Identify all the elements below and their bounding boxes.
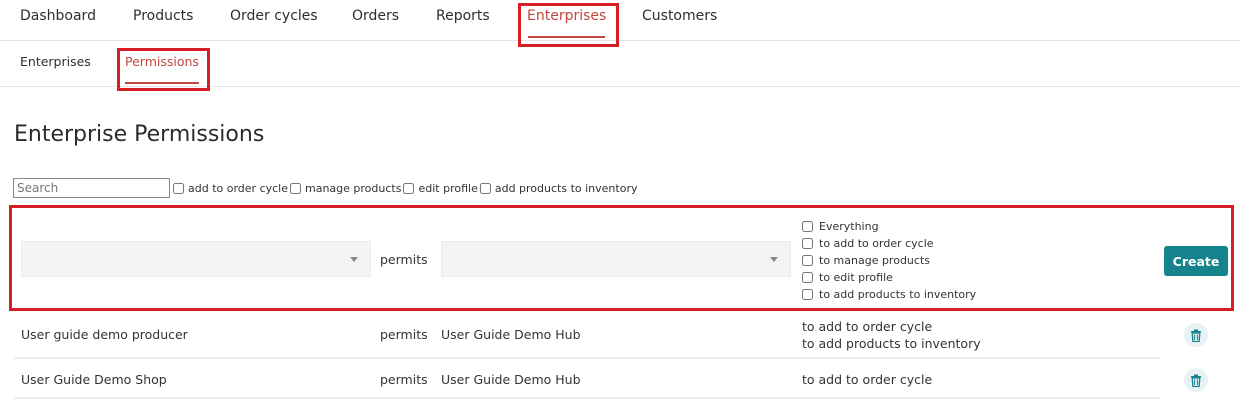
filter-label: manage products xyxy=(305,181,402,195)
row-permits: permits xyxy=(380,372,428,387)
nav-dashboard[interactable]: Dashboard xyxy=(20,8,96,24)
enterprise-select[interactable] xyxy=(21,241,371,277)
new-permission-form: permits Everything to add to order cycle… xyxy=(14,208,1230,312)
filter-label: add to order cycle xyxy=(188,181,288,195)
chevron-down-icon xyxy=(770,257,778,262)
nav-products[interactable]: Products xyxy=(133,8,193,24)
subnav-enterprises[interactable]: Enterprises xyxy=(20,54,91,69)
option-label: to manage products xyxy=(819,254,930,267)
option-label: to add products to inventory xyxy=(819,288,977,301)
delete-row-1-button[interactable] xyxy=(1184,323,1208,347)
create-button[interactable]: Create xyxy=(1164,246,1228,276)
search-input[interactable] xyxy=(13,178,170,198)
nav-customers[interactable]: Customers xyxy=(642,8,717,24)
row-target: User Guide Demo Hub xyxy=(441,327,581,342)
nav-orders[interactable]: Orders xyxy=(352,8,399,24)
main-navigation: Dashboard Products Order cycles Orders R… xyxy=(0,0,1240,41)
option-edit-profile-checkbox[interactable] xyxy=(802,272,813,283)
filter-add-to-order-cycle[interactable]: add to order cycle xyxy=(173,182,288,195)
option-everything-checkbox[interactable] xyxy=(802,221,813,232)
row-permits: permits xyxy=(380,327,428,342)
option-edit-profile[interactable]: to edit profile xyxy=(802,269,976,286)
filter-edit-profile-checkbox[interactable] xyxy=(403,182,415,194)
filter-manage-products[interactable]: manage products xyxy=(290,182,401,195)
row-permission: to add products to inventory xyxy=(802,336,981,351)
page-title: Enterprise Permissions xyxy=(14,122,265,147)
filter-add-to-order-cycle-checkbox[interactable] xyxy=(173,182,184,194)
filter-edit-profile[interactable]: edit profile xyxy=(403,181,478,195)
option-add-to-order-cycle[interactable]: to add to order cycle xyxy=(802,235,976,252)
filter-manage-products-checkbox[interactable] xyxy=(290,182,301,194)
nav-order-cycles[interactable]: Order cycles xyxy=(230,8,318,24)
row-permission: to add to order cycle xyxy=(802,372,933,387)
option-add-to-order-cycle-checkbox[interactable] xyxy=(802,238,813,249)
filter-add-products-to-inventory-checkbox[interactable] xyxy=(479,182,491,194)
permission-options: Everything to add to order cycle to mana… xyxy=(802,218,976,303)
filter-label: edit profile xyxy=(418,181,478,195)
chevron-down-icon xyxy=(350,257,358,262)
row-permission: to add to order cycle xyxy=(802,319,933,334)
filter-label: add products to inventory xyxy=(494,181,638,195)
active-tab-underline xyxy=(528,36,605,38)
table-row: User guide demo producer permits User Gu… xyxy=(14,313,1160,359)
option-manage-products-checkbox[interactable] xyxy=(802,255,813,266)
filter-add-products-to-inventory[interactable]: add products to inventory xyxy=(479,181,638,195)
nav-enterprises[interactable]: Enterprises xyxy=(527,8,606,24)
option-add-products-to-inventory-checkbox[interactable] xyxy=(802,289,813,300)
row-enterprise: User Guide Demo Shop xyxy=(21,372,167,387)
option-manage-products[interactable]: to manage products xyxy=(802,252,976,269)
subnav-permissions[interactable]: Permissions xyxy=(125,54,199,69)
option-label: Everything xyxy=(819,220,879,233)
row-target: User Guide Demo Hub xyxy=(441,372,581,387)
option-label: to add to order cycle xyxy=(819,237,934,250)
option-label: to edit profile xyxy=(819,271,893,284)
nav-reports[interactable]: Reports xyxy=(436,8,490,24)
option-everything[interactable]: Everything xyxy=(802,218,976,235)
sub-navigation: Enterprises Permissions xyxy=(0,42,1240,87)
trash-icon xyxy=(1191,374,1201,387)
permits-label: permits xyxy=(380,252,428,267)
target-enterprise-select[interactable] xyxy=(441,241,791,277)
table-row: User Guide Demo Shop permits User Guide … xyxy=(14,361,1160,399)
active-subtab-underline xyxy=(125,82,199,84)
filter-bar: add to order cycle manage products edit … xyxy=(13,178,639,198)
option-add-products-to-inventory[interactable]: to add products to inventory xyxy=(802,286,976,303)
trash-icon xyxy=(1191,329,1201,342)
delete-row-2-button[interactable] xyxy=(1184,368,1208,392)
row-enterprise: User guide demo producer xyxy=(21,327,188,342)
